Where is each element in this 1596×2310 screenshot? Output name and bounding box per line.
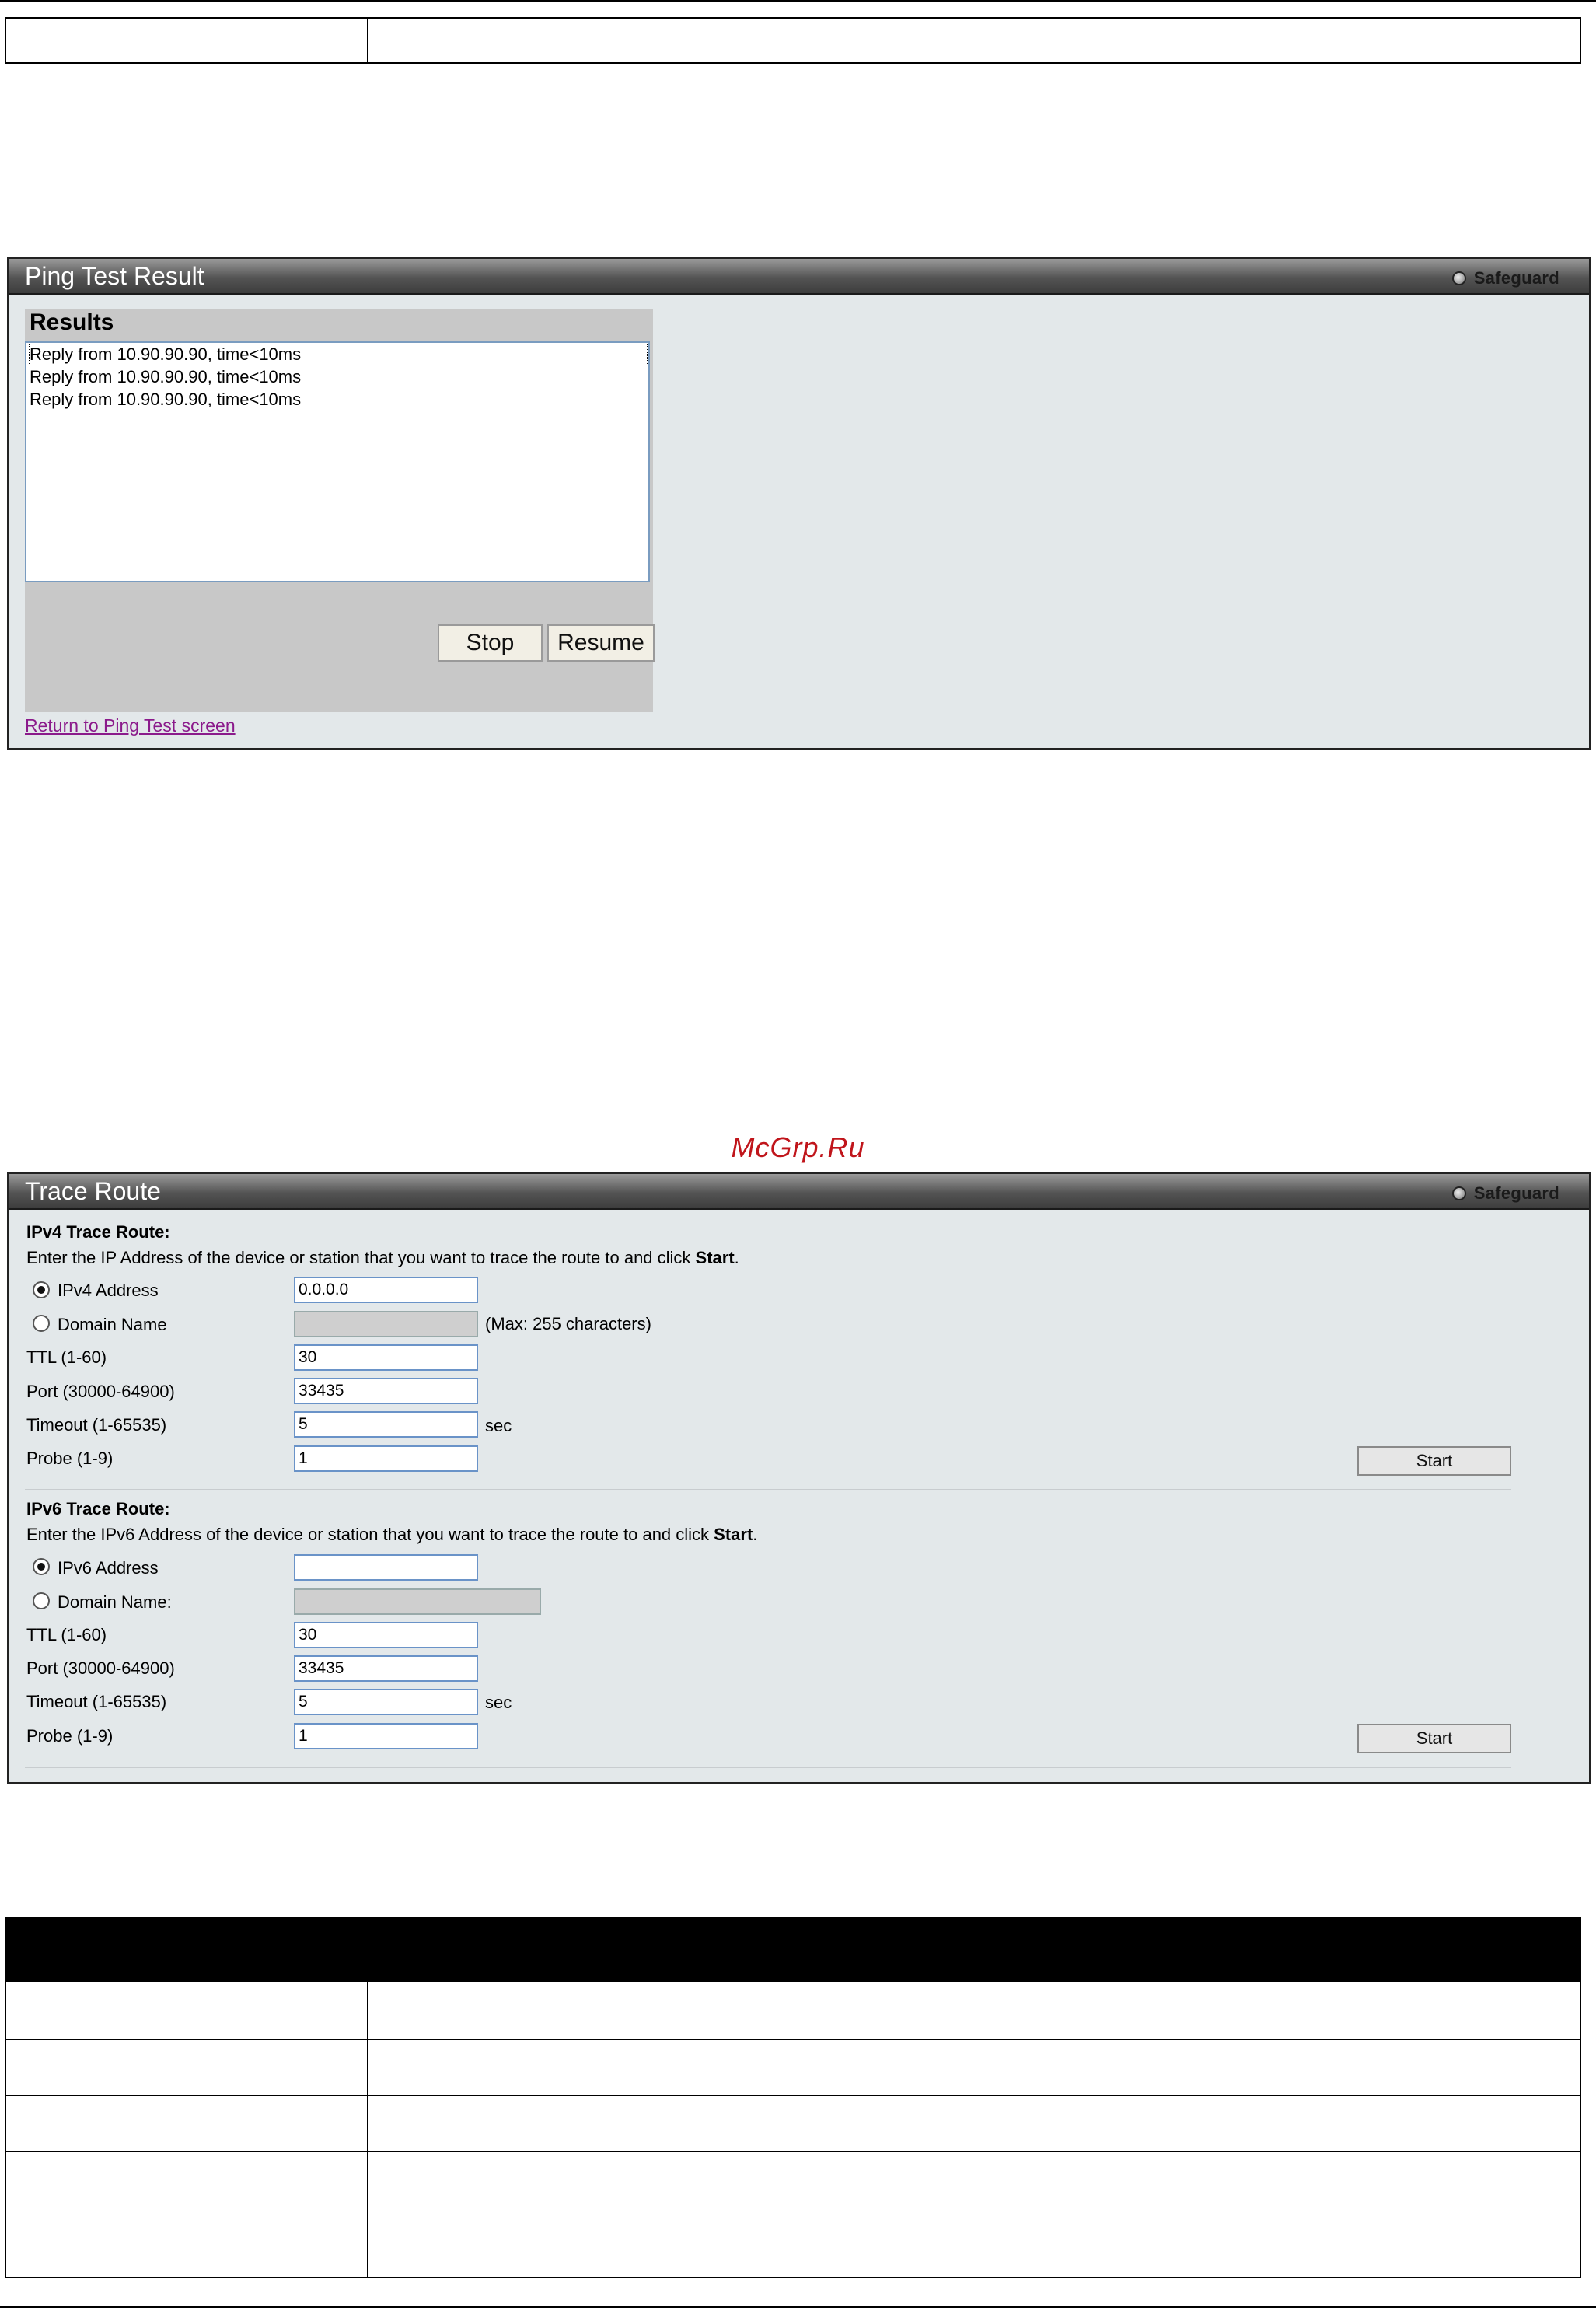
ipv6-address-label: IPv6 Address — [58, 1558, 159, 1578]
result-line[interactable]: Reply from 10.90.90.90, time<10ms — [30, 390, 301, 410]
watermark-text: McGrp.Ru — [731, 1131, 865, 1163]
table-column-divider — [367, 19, 368, 62]
safeguard-label: Safeguard — [1473, 1183, 1559, 1203]
table-row — [6, 2039, 1580, 2040]
results-listbox[interactable]: Reply from 10.90.90.90, time<10ms Reply … — [25, 341, 650, 582]
ipv4-instruction: Enter the IP Address of the device or st… — [26, 1248, 739, 1268]
domain-name-label: Domain Name — [58, 1315, 167, 1334]
page-bottom-rule — [0, 2306, 1596, 2308]
port-label: Port (30000-64900) — [26, 1658, 175, 1678]
panel-title: Trace Route — [25, 1177, 161, 1205]
ipv4-domain-name-input — [294, 1311, 478, 1337]
stop-button[interactable]: Stop — [438, 624, 543, 662]
ipv4-heading: IPv4 Trace Route: — [26, 1222, 170, 1242]
ipv6-ttl-input[interactable] — [294, 1622, 478, 1648]
ttl-label: TTL (1-60) — [26, 1347, 107, 1367]
panel-header: Trace Route Safeguard — [9, 1174, 1589, 1210]
port-label: Port (30000-64900) — [26, 1382, 175, 1401]
section-separator — [25, 1767, 1511, 1768]
ipv4-domain-name-radio[interactable] — [33, 1315, 50, 1332]
instruction-bold: Start — [714, 1525, 753, 1544]
ipv4-address-input[interactable] — [294, 1277, 478, 1303]
ttl-label: TTL (1-60) — [26, 1625, 107, 1644]
doc-table-fragment — [5, 17, 1581, 64]
ipv6-address-radio[interactable] — [33, 1558, 50, 1575]
result-line[interactable]: Reply from 10.90.90.90, time<10ms — [30, 367, 301, 387]
ipv4-address-label: IPv4 Address — [58, 1281, 159, 1300]
timeout-label: Timeout (1-65535) — [26, 1692, 167, 1711]
ping-test-result-panel: Ping Test Result Safeguard Results Reply… — [7, 257, 1591, 750]
ipv6-heading: IPv6 Trace Route: — [26, 1499, 170, 1518]
trace-route-panel: Trace Route Safeguard IPv4 Trace Route: … — [7, 1172, 1591, 1784]
doc-parameter-table — [5, 1917, 1581, 2278]
ipv6-start-button[interactable]: Start — [1357, 1724, 1511, 1753]
results-heading: Results — [30, 309, 114, 335]
instruction-suffix: . — [734, 1248, 739, 1267]
table-row — [6, 2151, 1580, 2152]
ipv4-timeout-input[interactable] — [294, 1411, 478, 1438]
results-box: Results Reply from 10.90.90.90, time<10m… — [25, 309, 655, 712]
result-line[interactable]: Reply from 10.90.90.90, time<10ms — [29, 344, 648, 365]
ipv6-domain-name-input — [294, 1588, 541, 1615]
ipv4-ttl-input[interactable] — [294, 1344, 478, 1371]
ipv6-probe-input[interactable] — [294, 1723, 478, 1749]
safeguard-label: Safeguard — [1473, 268, 1559, 288]
ipv4-probe-input[interactable] — [294, 1445, 478, 1472]
resume-button[interactable]: Resume — [547, 624, 655, 662]
table-header-row — [6, 1918, 1580, 1982]
domain-max-hint: (Max: 255 characters) — [485, 1314, 651, 1333]
ipv6-instruction: Enter the IPv6 Address of the device or … — [26, 1525, 757, 1545]
domain-name-label: Domain Name: — [58, 1592, 172, 1612]
section-separator — [25, 1489, 1511, 1490]
panel-title: Ping Test Result — [25, 262, 204, 290]
ipv6-address-input[interactable] — [294, 1554, 478, 1581]
ipv4-address-radio[interactable] — [33, 1281, 50, 1298]
table-column-divider — [367, 1982, 368, 2277]
ipv6-domain-name-radio[interactable] — [33, 1592, 50, 1609]
timeout-unit: sec — [485, 1416, 512, 1435]
instruction-bold: Start — [695, 1248, 735, 1267]
safeguard-status-icon — [1451, 271, 1466, 285]
ipv6-timeout-input[interactable] — [294, 1689, 478, 1715]
safeguard-indicator: Safeguard — [1451, 268, 1559, 288]
timeout-unit: sec — [485, 1693, 512, 1712]
table-row — [6, 2095, 1580, 2096]
probe-label: Probe (1-9) — [26, 1726, 114, 1746]
return-to-ping-test-link[interactable]: Return to Ping Test screen — [25, 715, 236, 736]
instruction-text: Enter the IP Address of the device or st… — [26, 1248, 696, 1267]
safeguard-indicator: Safeguard — [1451, 1183, 1559, 1204]
instruction-text: Enter the IPv6 Address of the device or … — [26, 1525, 714, 1544]
ipv6-port-input[interactable] — [294, 1655, 478, 1682]
ipv4-start-button[interactable]: Start — [1357, 1446, 1511, 1476]
page-top-rule — [0, 0, 1596, 2]
instruction-suffix: . — [753, 1525, 758, 1544]
probe-label: Probe (1-9) — [26, 1449, 114, 1468]
timeout-label: Timeout (1-65535) — [26, 1415, 167, 1435]
safeguard-status-icon — [1451, 1186, 1466, 1200]
ipv4-port-input[interactable] — [294, 1378, 478, 1404]
panel-header: Ping Test Result Safeguard — [9, 259, 1589, 295]
